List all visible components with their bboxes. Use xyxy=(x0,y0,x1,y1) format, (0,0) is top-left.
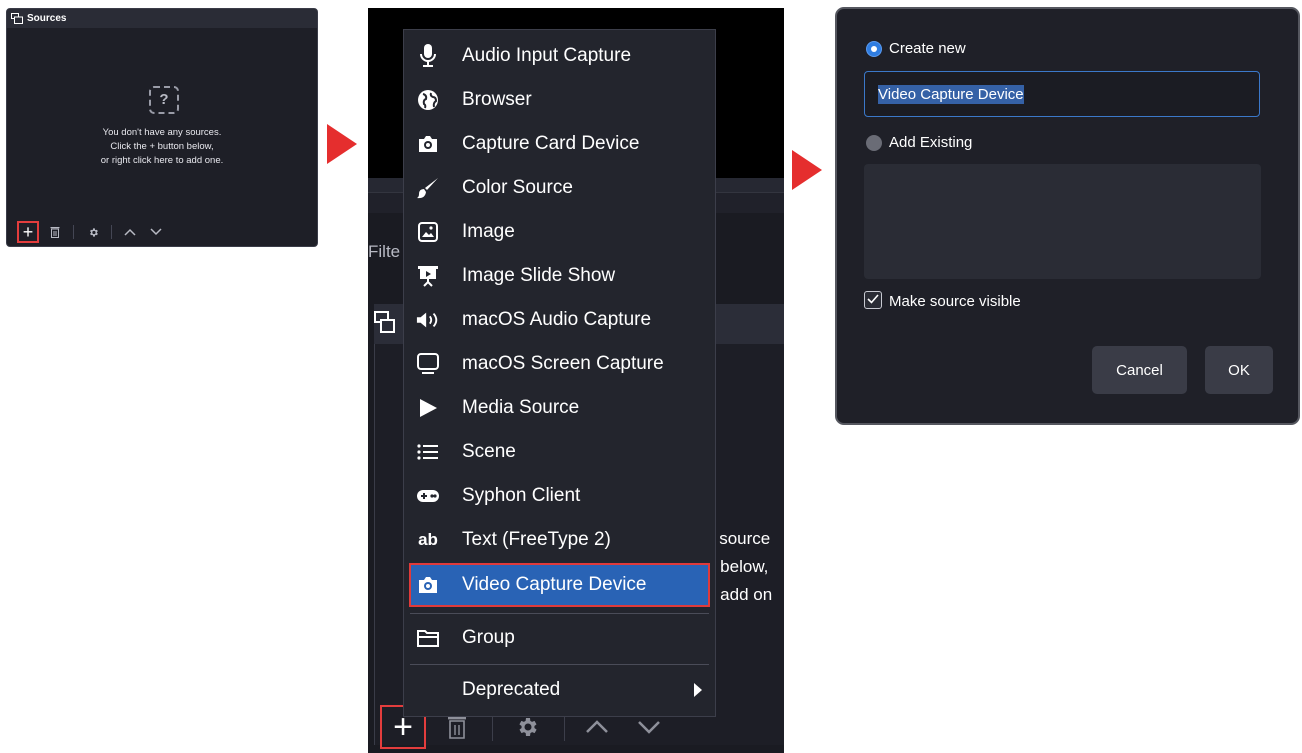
filters-label-fragment: Filte xyxy=(368,242,401,261)
source-name-input[interactable]: Video Capture Device xyxy=(864,71,1260,117)
step-arrow xyxy=(792,150,822,190)
cancel-button-label: Cancel xyxy=(1116,361,1163,379)
menu-item-label: Color Source xyxy=(462,177,573,198)
empty-sources-message: You don't have any sources. Click the + … xyxy=(7,126,317,168)
menu-item-label: Syphon Client xyxy=(462,485,581,506)
menu-item-label: macOS Screen Capture xyxy=(462,353,664,374)
source-name-value: Video Capture Device xyxy=(878,84,1024,104)
move-source-up-button[interactable] xyxy=(119,221,141,243)
menu-item-browser[interactable]: Browser xyxy=(404,78,715,122)
toolbar-separator xyxy=(111,225,112,239)
empty-message-line: You don't have any sources. xyxy=(102,127,222,138)
source-properties-button[interactable] xyxy=(81,221,105,243)
gear-icon xyxy=(89,227,98,237)
image-icon xyxy=(416,220,440,244)
empty-message-line: or right click here to add one. xyxy=(100,155,224,166)
menu-item-label: Media Source xyxy=(462,397,580,418)
microphone-icon xyxy=(416,44,440,68)
menu-item-image-slide-show[interactable]: Image Slide Show xyxy=(404,254,715,298)
menu-divider xyxy=(410,664,709,665)
scenes-icon xyxy=(374,311,395,333)
menu-item-color-source[interactable]: Color Source xyxy=(404,166,715,210)
menu-item-capture-card-device[interactable]: Capture Card Device xyxy=(404,122,715,166)
gamepad-icon xyxy=(416,484,440,508)
menu-divider xyxy=(410,613,709,614)
ok-button-label: OK xyxy=(1228,361,1250,379)
menu-item-label: Video Capture Device xyxy=(462,574,647,595)
play-icon xyxy=(416,396,440,420)
cancel-button[interactable]: Cancel xyxy=(1092,346,1187,394)
menu-item-label: Audio Input Capture xyxy=(462,45,632,66)
checkmark-icon xyxy=(867,294,879,304)
paintbrush-icon xyxy=(416,176,440,200)
chevron-down-icon xyxy=(638,721,660,734)
add-source-button[interactable]: + xyxy=(17,221,39,243)
make-visible-label: Make source visible xyxy=(889,293,1021,310)
menu-item-macos-screen-capture[interactable]: macOS Screen Capture xyxy=(404,342,715,386)
menu-item-label: Capture Card Device xyxy=(462,133,640,154)
scenes-icon xyxy=(11,13,23,24)
sources-dock-title-bar: Sources xyxy=(7,9,317,28)
menu-item-label: macOS Audio Capture xyxy=(462,309,652,330)
sources-dock-title: Sources xyxy=(27,13,67,24)
menu-item-media-source[interactable]: Media Source xyxy=(404,386,715,430)
menu-item-text-freetype-2[interactable]: ab Text (FreeType 2) xyxy=(404,518,715,562)
question-mark-icon: ? xyxy=(149,86,179,114)
menu-item-label: Scene xyxy=(462,441,516,462)
sources-dock: Sources ? You don't have any sources. Cl… xyxy=(6,8,318,247)
text-ab-icon: ab xyxy=(418,530,438,549)
menu-item-image[interactable]: Image xyxy=(404,210,715,254)
folder-icon xyxy=(416,626,440,650)
menu-item-macos-audio-capture[interactable]: macOS Audio Capture xyxy=(404,298,715,342)
chevron-up-icon xyxy=(586,720,608,733)
toolbar-separator xyxy=(564,715,565,741)
menu-item-label: Browser xyxy=(462,89,532,110)
add-source-menu: Audio Input Capture Browser Capture Card… xyxy=(403,29,716,717)
trash-icon xyxy=(448,717,466,739)
globe-icon xyxy=(416,88,440,112)
menu-item-label: Deprecated xyxy=(462,679,561,700)
existing-sources-list[interactable] xyxy=(864,164,1261,279)
camera-icon xyxy=(416,132,440,156)
trash-icon xyxy=(50,227,60,238)
move-source-down-button[interactable] xyxy=(145,221,167,243)
ok-button[interactable]: OK xyxy=(1205,346,1273,394)
menu-item-label: Text (FreeType 2) xyxy=(462,529,611,550)
make-visible-checkbox[interactable] xyxy=(864,291,882,309)
speaker-icon xyxy=(416,308,440,332)
menu-item-group[interactable]: Group xyxy=(404,616,715,660)
remove-source-button[interactable] xyxy=(45,221,65,243)
toolbar-separator xyxy=(492,715,493,741)
toolbar-separator xyxy=(73,225,74,239)
menu-item-label: Group xyxy=(462,627,515,648)
add-existing-label: Add Existing xyxy=(889,134,973,151)
list-icon xyxy=(416,440,440,464)
menu-item-scene[interactable]: Scene xyxy=(404,430,715,474)
create-new-radio[interactable] xyxy=(866,41,882,57)
plus-icon: + xyxy=(22,222,34,242)
slideshow-icon xyxy=(416,264,440,288)
add-existing-radio[interactable] xyxy=(866,135,882,151)
create-new-label: Create new xyxy=(889,40,966,57)
menu-item-video-capture-device[interactable]: Video Capture Device xyxy=(409,563,710,607)
menu-item-label: Image xyxy=(462,221,515,242)
menu-item-audio-input-capture[interactable]: Audio Input Capture xyxy=(404,34,715,78)
camera-icon xyxy=(416,573,440,597)
menu-item-label: Image Slide Show xyxy=(462,265,616,286)
monitor-icon xyxy=(416,352,440,376)
menu-item-deprecated[interactable]: Deprecated xyxy=(404,668,715,712)
chevron-down-icon xyxy=(150,228,162,236)
step-arrow xyxy=(327,124,357,164)
empty-message-line: Click the + button below, xyxy=(110,141,214,152)
chevron-up-icon xyxy=(124,228,136,236)
menu-item-syphon-client[interactable]: Syphon Client xyxy=(404,474,715,518)
gear-icon xyxy=(519,718,537,736)
submenu-arrow-icon xyxy=(693,682,703,704)
